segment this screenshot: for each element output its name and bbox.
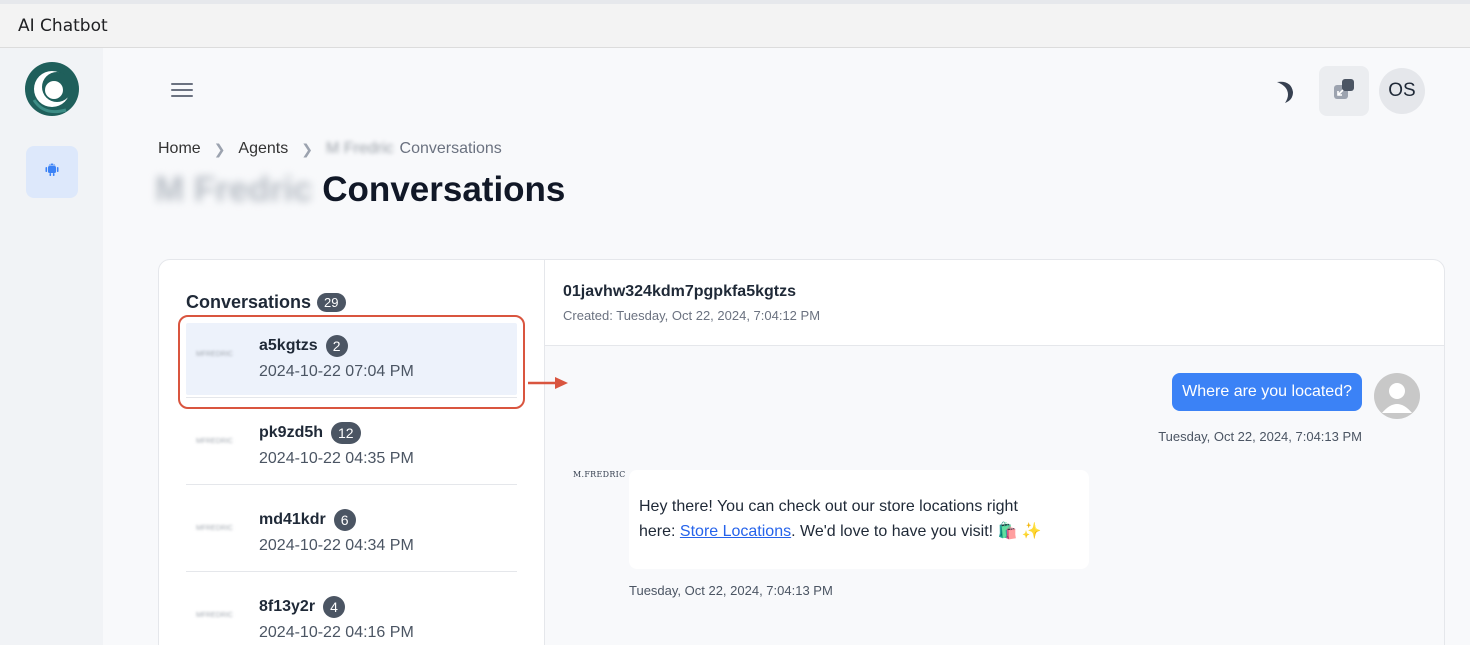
message-thread: Where are you located? Tuesday, Oct 22, …: [545, 346, 1444, 645]
chevron-right-icon: ❯: [213, 140, 226, 157]
divider: [186, 397, 517, 398]
breadcrumb-agents[interactable]: Agents: [238, 140, 288, 158]
agent-thumbnail: MFREDRIC: [196, 438, 233, 445]
conversation-count-badge: 29: [317, 293, 346, 312]
conversation-name: a5kgtzs: [259, 337, 318, 354]
conversation-date: 2024-10-22 04:35 PM: [259, 450, 414, 467]
conversation-item[interactable]: MFREDRIC 8f13y2r 4 2024-10-22 04:16 PM: [186, 584, 517, 645]
bot-message-bubble: Hey there! You can check out our store l…: [629, 470, 1089, 569]
conversation-date: 2024-10-22 04:34 PM: [259, 537, 414, 554]
expand-button[interactable]: [1319, 66, 1369, 116]
agent-thumbnail: MFREDRIC: [196, 612, 233, 619]
app-logo[interactable]: [24, 60, 80, 118]
theme-toggle-button[interactable]: [1271, 76, 1299, 106]
message-count-badge: 4: [323, 596, 346, 618]
conversation-item[interactable]: MFREDRIC md41kdr 6 2024-10-22 04:34 PM: [186, 497, 517, 569]
main-content: OS Home ❯ Agents ❯ M Fredric Conversatio…: [103, 48, 1470, 645]
conversation-name-row: 8f13y2r 4: [259, 596, 346, 618]
breadcrumb-current: Conversations: [399, 140, 502, 157]
user-avatar: [1374, 373, 1420, 419]
conversation-name: pk9zd5h: [259, 424, 324, 441]
conversation-list-header: Conversations 29: [186, 292, 346, 313]
chevron-right-icon: ❯: [301, 140, 313, 157]
agent-thumbnail: MFREDRIC: [196, 525, 233, 532]
bot-logo: M.FREDRIC: [573, 470, 626, 479]
expand-icon: [1331, 76, 1357, 107]
hamburger-line: [171, 89, 193, 91]
page-title-text: Conversations: [322, 170, 566, 209]
message-count-badge: 12: [331, 422, 361, 444]
android-robot-icon: [42, 160, 62, 185]
breadcrumb-home[interactable]: Home: [158, 140, 201, 158]
message-count-badge: 6: [333, 509, 356, 531]
agent-thumbnail: MFREDRIC: [196, 351, 233, 358]
breadcrumb-agent-name: M Fredric: [325, 140, 394, 157]
bot-message-line1: Hey there! You can check out our store l…: [639, 498, 1018, 515]
conversation-id: 01javhw324kdm7pgpkfa5kgtzs: [563, 283, 796, 300]
conversation-name-row: md41kdr 6: [259, 509, 356, 531]
user-message-bubble: Where are you located?: [1172, 373, 1362, 411]
user-message-time: Tuesday, Oct 22, 2024, 7:04:13 PM: [1158, 429, 1362, 444]
app-area: OS Home ❯ Agents ❯ M Fredric Conversatio…: [0, 48, 1470, 645]
divider: [186, 571, 517, 572]
message-count-badge: 2: [325, 335, 348, 357]
conversation-name-row: pk9zd5h 12: [259, 422, 361, 444]
agents-nav-button[interactable]: [26, 146, 78, 198]
divider: [186, 484, 517, 485]
conversation-detail-header: 01javhw324kdm7pgpkfa5kgtzs Created: Tues…: [545, 260, 1444, 346]
conversation-name-row: a5kgtzs 2: [259, 335, 348, 357]
conversation-name: 8f13y2r: [259, 598, 316, 615]
conversation-item[interactable]: MFREDRIC a5kgtzs 2 2024-10-22 07:04 PM: [186, 323, 517, 395]
store-locations-link[interactable]: Store Locations: [680, 523, 791, 540]
user-avatar-button[interactable]: OS: [1379, 68, 1425, 114]
conversation-item[interactable]: MFREDRIC pk9zd5h 12 2024-10-22 04:35 PM: [186, 410, 517, 482]
bot-message-text-end: . We'd love to have you visit! 🛍️ ✨: [791, 523, 1042, 540]
page-title: M Fredric Conversations: [155, 170, 565, 210]
window-title: AI Chatbot: [18, 16, 108, 36]
sidebar-rail: [0, 48, 103, 645]
user-icon: [1374, 383, 1420, 419]
page-title-agent-name: M Fredric: [155, 170, 313, 209]
breadcrumb: Home ❯ Agents ❯ M Fredric Conversations: [158, 140, 502, 158]
conversation-list-panel: Conversations 29 MFREDRIC a5kgtzs 2 2024…: [159, 260, 545, 645]
conversation-created: Created: Tuesday, Oct 22, 2024, 7:04:12 …: [563, 308, 821, 323]
window-titlebar: AI Chatbot: [0, 0, 1470, 48]
menu-toggle-button[interactable]: [168, 76, 196, 104]
conversation-date: 2024-10-22 04:16 PM: [259, 624, 414, 641]
hamburger-icon: [171, 83, 193, 85]
bot-message-text: here:: [639, 523, 680, 540]
hamburger-line: [171, 95, 193, 97]
conversation-name: md41kdr: [259, 511, 326, 528]
bot-message-time: Tuesday, Oct 22, 2024, 7:04:13 PM: [629, 583, 833, 598]
conversations-card: Conversations 29 MFREDRIC a5kgtzs 2 2024…: [158, 259, 1445, 645]
conversation-date: 2024-10-22 07:04 PM: [259, 363, 414, 380]
conversation-detail-panel: 01javhw324kdm7pgpkfa5kgtzs Created: Tues…: [545, 260, 1444, 645]
conversation-list-title: Conversations: [186, 292, 312, 312]
moon-icon: [1271, 81, 1299, 110]
